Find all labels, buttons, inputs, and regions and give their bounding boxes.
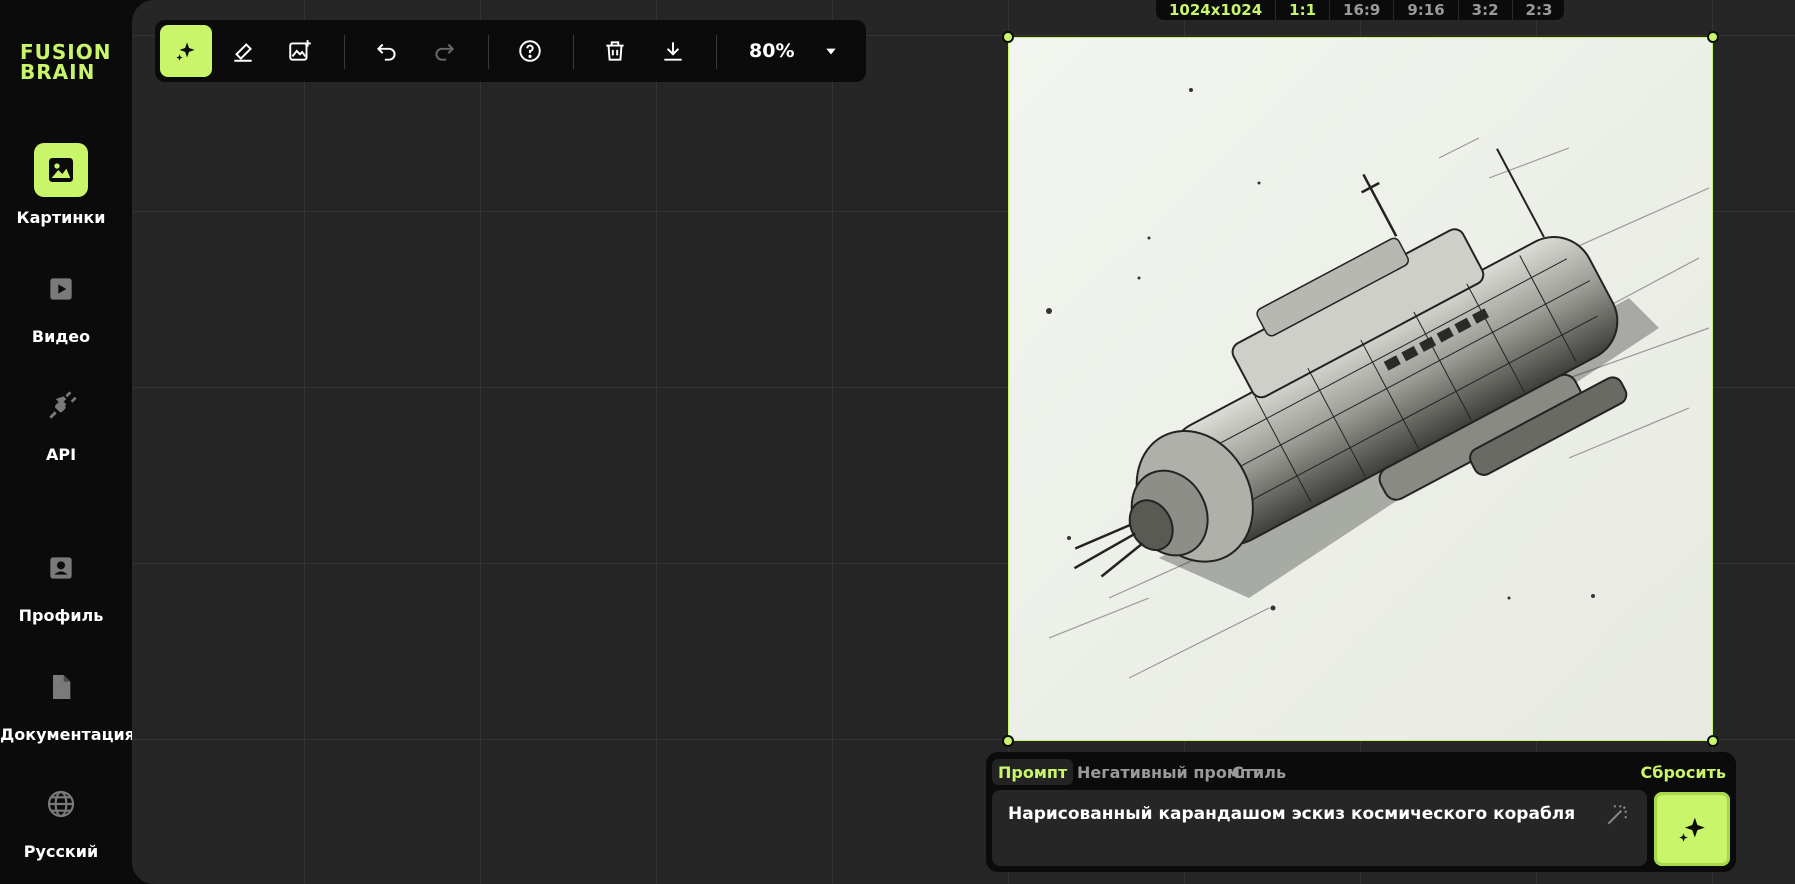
sidebar: FUSION BRAIN Картинки Видео API Профиль … [0,0,135,884]
play-icon [34,262,88,316]
resize-handle-bottom-left[interactable] [1002,735,1014,747]
ratio-option-9-16[interactable]: 9:16 [1394,0,1459,20]
sidebar-item-label: Профиль [18,606,104,625]
logo-line-2: BRAIN [20,60,96,84]
resize-handle-top-right[interactable] [1707,31,1719,43]
help-button[interactable] [504,25,556,77]
sparkle-icon [1679,817,1705,842]
tab-style[interactable]: Стиль [1226,759,1292,785]
plug-icon [34,380,88,434]
sidebar-item-images[interactable]: Картинки [0,143,122,227]
zoom-level[interactable]: 80% [749,40,794,62]
toolbar-divider [573,35,574,69]
spaceship-sketch [1009,38,1712,740]
toolbar: 80% [155,20,866,82]
add-image-tool-button[interactable] [274,25,326,77]
toolbar-divider [716,35,717,69]
logo[interactable]: FUSION BRAIN [20,42,112,82]
redo-button[interactable] [418,25,470,77]
logo-line-1: FUSION [20,40,112,64]
trash-icon [606,41,624,61]
toolbar-divider [488,35,489,69]
resolution-label: 1024x1024 [1156,0,1277,20]
undo-icon [376,43,396,61]
ratio-option-3-2[interactable]: 3:2 [1459,0,1513,20]
sidebar-item-language[interactable]: Русский [0,777,122,861]
generated-image[interactable] [1008,37,1713,741]
download-icon [664,42,682,61]
ratio-option-16-9[interactable]: 16:9 [1330,0,1395,20]
tab-prompt[interactable]: Промпт [992,759,1074,785]
sidebar-item-api[interactable]: API [0,380,122,464]
sidebar-item-label: API [45,445,77,464]
document-icon [34,660,88,714]
caret-down-icon [826,48,836,55]
prompt-input[interactable]: Нарисованный карандашом эскиз космическо… [992,790,1647,866]
prompt-panel: Промпт Негативный промпт Стиль Сбросить … [986,752,1736,872]
sidebar-item-label: Видео [31,327,91,346]
magic-wand-icon[interactable] [1604,802,1630,828]
ratio-option-2-3[interactable]: 2:3 [1513,0,1566,20]
profile-icon [34,541,88,595]
redo-icon [435,43,455,61]
sidebar-item-label: Картинки [16,208,106,227]
generate-tool-button[interactable] [160,25,212,77]
eraser-tool-button[interactable] [217,25,269,77]
help-icon [519,40,541,62]
delete-button[interactable] [589,25,641,77]
image-icon [34,143,88,197]
resize-handle-top-left[interactable] [1002,31,1014,43]
ratio-option-1-1[interactable]: 1:1 [1276,0,1331,20]
generate-button[interactable] [1654,792,1730,866]
aspect-ratio-bar: 1024x1024 1:1 16:9 9:16 3:2 2:3 [1156,0,1564,20]
sidebar-item-docs[interactable]: Документация [0,660,135,744]
toolbar-divider [344,35,345,69]
eraser-icon [234,43,252,62]
download-button[interactable] [647,25,699,77]
sparkle-icon [176,42,195,61]
sidebar-item-profile[interactable]: Профиль [0,541,122,625]
image-add-icon [289,40,311,61]
zoom-dropdown-button[interactable] [821,41,841,61]
reset-button[interactable]: Сбросить [1641,759,1726,785]
sidebar-item-video[interactable]: Видео [0,262,122,346]
sidebar-item-label: Документация [0,725,135,744]
sidebar-item-label: Русский [23,842,99,861]
undo-button[interactable] [361,25,413,77]
resize-handle-bottom-right[interactable] [1707,735,1719,747]
globe-icon [34,777,88,831]
